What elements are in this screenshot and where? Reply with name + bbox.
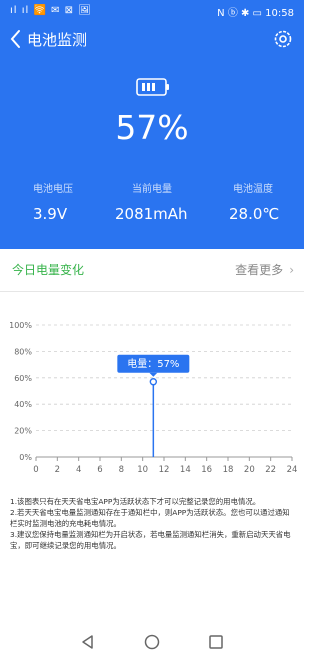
settings-button[interactable] (272, 28, 294, 50)
nav-recents-icon[interactable] (206, 632, 226, 652)
x-tick-label: 12 (159, 465, 170, 475)
x-tick-label: 18 (223, 465, 234, 475)
stat-label: 电池温度 (233, 184, 273, 195)
x-tick-label: 10 (137, 465, 148, 475)
chevron-left-icon (10, 30, 20, 48)
data-point (149, 378, 158, 386)
tooltip-label: 电量：57% (127, 357, 179, 370)
stat-label: 电池电压 (33, 184, 73, 195)
x-tick-label: 14 (180, 465, 191, 475)
battery-line-chart: 0%20%40%60%80%100%0 2 4 6 8 10 12 14 16 18 20 22 24电… (9, 321, 298, 475)
stat-value: 28.0℃ (229, 205, 280, 223)
x-tick-label: 20 (244, 465, 255, 475)
card-title: 今日电量变化 (12, 263, 85, 277)
x-tick-label: 22 (265, 465, 276, 475)
y-tick-label: 40% (14, 400, 32, 409)
x-tick-label: 8 (119, 465, 124, 475)
x-tick-label: 0 (33, 465, 38, 475)
x-tick-label: 16 (201, 465, 212, 475)
note-item: 3.建议您保持电量监测通知栏为开启状态，若电量监测通知栏消失，重新启动天天省电宝… (10, 530, 291, 550)
note-item: 2.若天天省电宝电量监测通知存在于通知栏中，则APP为活跃状态。您也可以通过通知… (10, 508, 290, 528)
chevron-right-icon: › (289, 263, 294, 277)
page-title: 电池监测 (27, 31, 88, 49)
battery-percentage: 57% (115, 108, 189, 147)
stat-value: 2081mAh (115, 205, 188, 223)
top-bar: 电池监测 (0, 25, 304, 55)
status-left: ıl ıl 🛜 ✉ ⊠ 🖼 (10, 5, 92, 16)
x-tick-label: 2 (55, 465, 60, 475)
system-nav-bar (0, 623, 304, 659)
back-button[interactable] (6, 27, 26, 51)
gear-icon (274, 30, 292, 48)
notes: 1.该图表只有在天天省电宝APP为活跃状态下才可以完整记录您的用电情况。 2.若… (10, 496, 294, 551)
hero-panel: ıl ıl 🛜 ✉ ⊠ 🖼 N ⓑ ✱ ▭ 10:58 电池监测 57% 电池电… (0, 0, 304, 249)
nav-back-icon[interactable] (78, 632, 98, 652)
status-bar: ıl ıl 🛜 ✉ ⊠ 🖼 N ⓑ ✱ ▭ 10:58 (0, 0, 304, 22)
y-tick-label: 0% (19, 453, 32, 462)
x-tick-label: 4 (76, 465, 81, 475)
card-header: 今日电量变化 查看更多 › (0, 249, 304, 292)
stat-temperature: 电池温度 28.0℃ (229, 180, 320, 223)
view-more-label: 查看更多 (235, 263, 284, 277)
nav-home-icon[interactable] (142, 632, 162, 652)
status-right: N ⓑ ✱ ▭ 10:58 (217, 8, 294, 19)
battery-stats: 电池电压 3.9V 当前电量 2081mAh 电池温度 28.0℃ (0, 180, 304, 240)
today-battery-card: 今日电量变化 查看更多 › 0% 20% 40% 60% 80% 100% 0 2 4 6 8 10 12… (0, 249, 304, 659)
stat-capacity: 当前电量 2081mAh (115, 180, 232, 223)
tooltip-pointer (149, 372, 158, 377)
view-more-link[interactable]: 查看更多 › (235, 261, 294, 278)
stat-label: 当前电量 (132, 184, 172, 195)
y-tick-label: 100% (9, 321, 32, 330)
y-tick-label: 60% (14, 374, 32, 383)
note-item: 1.该图表只有在天天省电宝APP为活跃状态下才可以完整记录您的用电情况。 (10, 497, 261, 506)
y-tick-label: 20% (14, 427, 32, 436)
y-tick-label: 80% (14, 347, 32, 356)
battery-icon (136, 78, 169, 96)
x-tick-label: 24 (287, 465, 298, 475)
x-tick-label: 6 (97, 465, 102, 475)
